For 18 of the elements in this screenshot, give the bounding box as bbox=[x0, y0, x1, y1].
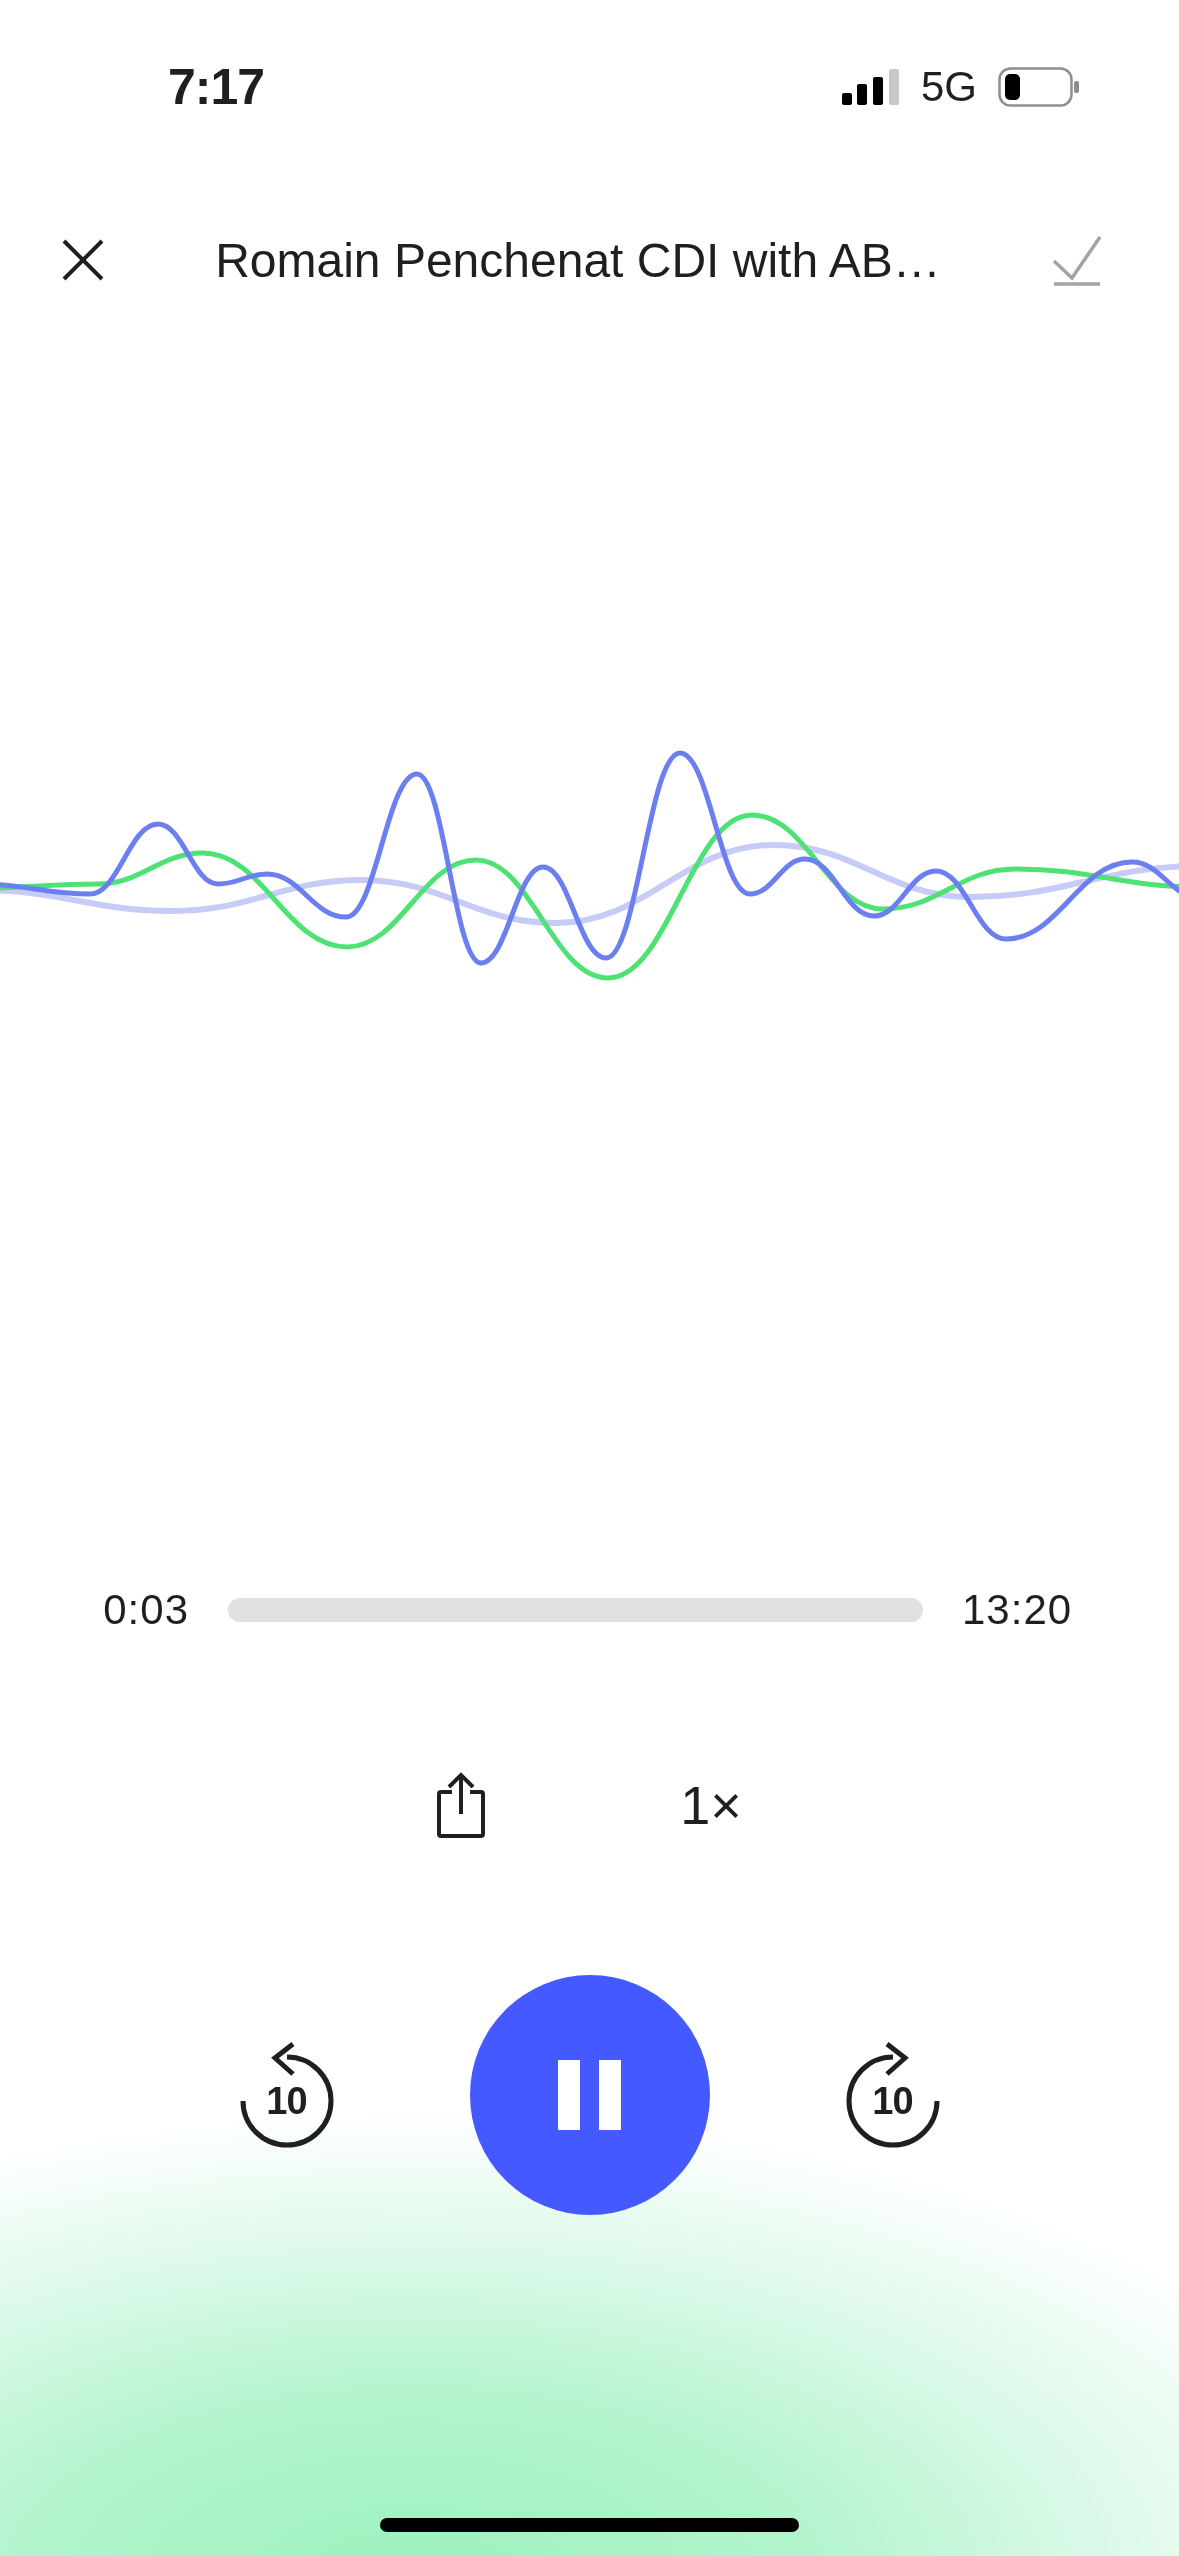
status-time: 7:17 bbox=[168, 58, 265, 116]
counterclockwise-arrow-icon bbox=[239, 2041, 336, 2149]
skip-back-button[interactable]: 10 bbox=[239, 2041, 336, 2149]
checkmark-icon bbox=[1052, 234, 1102, 286]
elapsed-time: 0:03 bbox=[103, 1586, 189, 1634]
total-duration: 13:20 bbox=[962, 1586, 1073, 1634]
share-button[interactable] bbox=[437, 1772, 486, 1838]
signal-icon bbox=[841, 69, 900, 105]
share-icon bbox=[437, 1772, 486, 1838]
network-type: 5G bbox=[920, 63, 977, 111]
playback-speed-button[interactable]: 1× bbox=[680, 1778, 742, 1832]
close-icon bbox=[62, 239, 104, 281]
close-button[interactable] bbox=[62, 239, 104, 281]
progress-track[interactable] bbox=[228, 1598, 923, 1622]
battery-icon bbox=[998, 67, 1080, 107]
recording-title: Romain Penchenat CDI with AB… bbox=[215, 232, 941, 288]
pause-icon bbox=[558, 2060, 621, 2130]
skip-forward-button[interactable]: 10 bbox=[843, 2041, 940, 2149]
